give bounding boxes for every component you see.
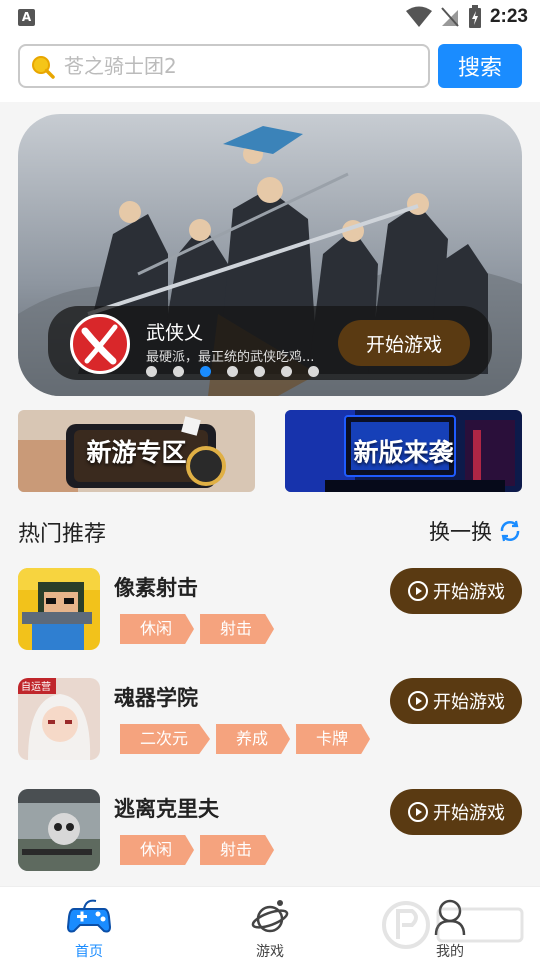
carousel-dot[interactable] (227, 366, 238, 377)
play-label: 开始游戏 (433, 692, 505, 713)
promo-new-games-label: 新游专区 (86, 438, 187, 467)
play-label: 开始游戏 (433, 803, 505, 824)
gamepad-icon (66, 899, 112, 933)
game-tag: 卡牌 (296, 724, 371, 754)
play-button[interactable]: 开始游戏 (390, 678, 522, 724)
search-row: 搜索 (0, 36, 540, 102)
search-input[interactable] (64, 50, 414, 82)
refresh-button[interactable]: 换一换 (429, 516, 522, 546)
search-box[interactable] (18, 44, 430, 88)
banner-game-icon[interactable] (70, 314, 130, 374)
status-time: 2:23 (489, 6, 528, 27)
game-tag: 养成 (216, 724, 291, 754)
play-circle-icon (408, 691, 428, 711)
soul-academy-art: 自运营 (18, 678, 100, 760)
promo-new-games[interactable]: 新游专区 (18, 410, 255, 492)
banner-carousel[interactable]: 武侠乂 最硬派，最正统的武侠吃鸡... 开始游戏 (18, 114, 522, 396)
game-title: 魂器学院 (114, 686, 198, 710)
game-tag: 射击 (200, 614, 275, 644)
game-row[interactable]: 像素射击 休闲 射击 开始游戏 (0, 568, 540, 664)
play-circle-icon (408, 581, 428, 601)
status-bar: A 2:23 (0, 0, 540, 36)
search-button[interactable]: 搜索 (438, 44, 522, 88)
game-row[interactable]: 自运营 魂器学院 二次元 养成 卡牌 开始游戏 (0, 678, 540, 774)
game-icon-soul-academy[interactable]: 自运营 (18, 678, 100, 760)
game-row[interactable]: 逃离克里夫 休闲 射击 开始游戏 (0, 789, 540, 885)
nav-games[interactable]: 游戏 (225, 893, 315, 960)
nav-label: 首页 (75, 944, 103, 960)
status-icons: 2:23 (405, 5, 528, 29)
nav-home[interactable]: 首页 (44, 893, 134, 960)
section-title: 热门推荐 (18, 522, 107, 547)
play-circle-icon (408, 802, 428, 822)
carousel-dot[interactable] (308, 366, 319, 377)
game-tags: 休闲 射击 (120, 835, 275, 865)
game-icon-escape-cliff[interactable] (18, 789, 100, 871)
carousel-dot[interactable] (146, 366, 157, 377)
pixel-shooter-art (18, 568, 100, 650)
no-signal-icon (441, 7, 459, 27)
banner-game-title: 武侠乂 (146, 322, 204, 344)
game-title: 逃离克里夫 (114, 797, 219, 821)
play-button[interactable]: 开始游戏 (390, 568, 522, 614)
carousel-dot[interactable] (254, 366, 265, 377)
carousel-dot[interactable] (200, 366, 211, 377)
wuxia-logo-icon (81, 324, 118, 365)
game-tags: 休闲 射击 (120, 614, 275, 644)
game-tag: 休闲 (120, 614, 195, 644)
game-tag: 休闲 (120, 835, 195, 865)
promo-new-version[interactable]: 新版来袭 (285, 410, 522, 492)
play-label: 开始游戏 (433, 582, 505, 603)
svg-text:自运营: 自运营 (21, 680, 51, 693)
battery-charging-icon (468, 5, 481, 28)
game-tags: 二次元 养成 卡牌 (120, 724, 371, 754)
wifi-icon (405, 6, 432, 27)
games-planet-icon (251, 900, 289, 933)
promo-new-version-label: 新版来袭 (353, 438, 454, 467)
escape-cliff-art (18, 789, 100, 871)
refresh-icon (500, 520, 520, 542)
refresh-label: 换一换 (429, 520, 492, 544)
carousel-dots (146, 366, 319, 377)
game-tag: 二次元 (120, 724, 211, 754)
watermark-logo (382, 901, 524, 949)
app-notification-icon: A (18, 9, 35, 26)
game-tag: 射击 (200, 835, 275, 865)
nav-label: 游戏 (256, 944, 284, 960)
banner-play-button[interactable]: 开始游戏 (338, 320, 470, 366)
banner-game-desc: 最硬派，最正统的武侠吃鸡... (146, 350, 315, 365)
play-button[interactable]: 开始游戏 (390, 789, 522, 835)
carousel-dot[interactable] (281, 366, 292, 377)
game-title: 像素射击 (114, 576, 198, 600)
hot-recommend-header: 热门推荐 换一换 (18, 512, 522, 548)
game-icon-pixel-shooter[interactable] (18, 568, 100, 650)
carousel-dot[interactable] (173, 366, 184, 377)
search-icon (32, 56, 55, 79)
